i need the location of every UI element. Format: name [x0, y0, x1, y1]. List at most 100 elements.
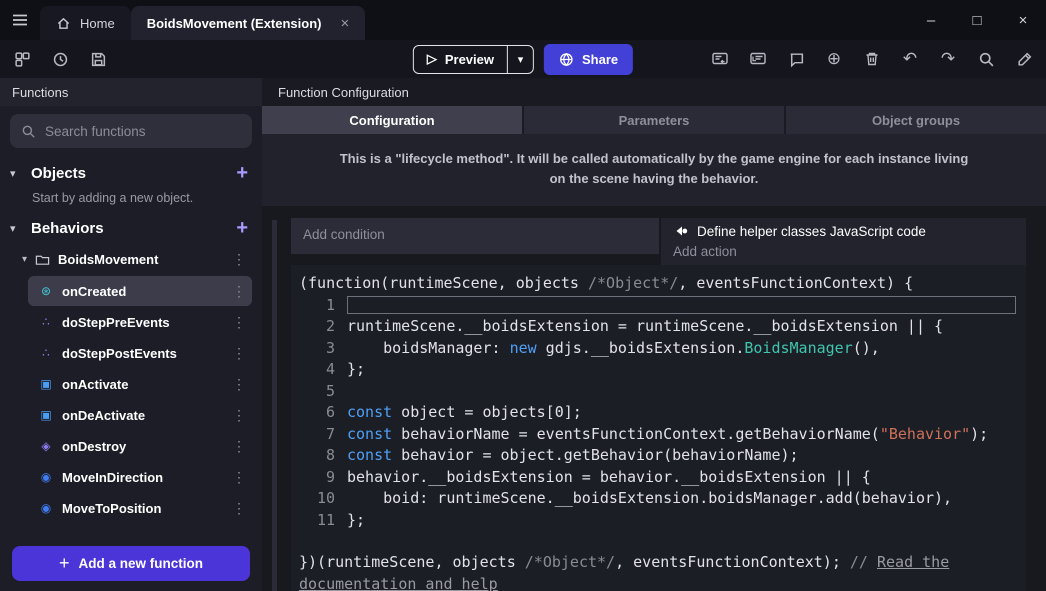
sidebar-function-moveindirection[interactable]: ◉MoveInDirection⋮	[28, 462, 252, 492]
lifecycle-description: This is a "lifecycle method". It will be…	[262, 134, 1046, 206]
code-text: const behaviorName = eventsFunctionConte…	[335, 425, 988, 443]
undo-icon[interactable]: ↶	[900, 49, 920, 69]
more-options-icon[interactable]: ⋮	[226, 469, 252, 486]
code-line-6: 6const object = objects[0];	[297, 401, 1016, 423]
home-icon	[56, 16, 71, 31]
code-line-4: 4};	[297, 358, 1016, 380]
function-label: onCreated	[62, 284, 126, 299]
function-label: onDeActivate	[62, 408, 145, 423]
code-line-1: 1	[297, 294, 1016, 316]
minimize-icon[interactable]: –	[908, 12, 954, 29]
choose-event-icon[interactable]: ⊕	[824, 49, 844, 69]
share-button[interactable]: Share	[544, 44, 633, 75]
code-editor[interactable]: (function(runtimeScene, objects /*Object…	[291, 265, 1026, 591]
sidebar-function-ondeactivate[interactable]: ▣onDeActivate⋮	[28, 400, 252, 430]
line-number: 7	[297, 425, 335, 443]
configuration-tabs: Configuration Parameters Object groups	[262, 106, 1046, 134]
behaviors-label: Behaviors	[31, 220, 104, 237]
code-text: const behavior = object.getBehavior(beha…	[335, 446, 799, 464]
behavior-folder-boidsmovement[interactable]: ▾ BoidsMovement ⋮	[10, 244, 252, 275]
code-text: behavior.__boidsExtension = behavior.__b…	[335, 468, 871, 486]
preview-options-icon[interactable]: ▾	[507, 46, 533, 73]
code-footer-line: })(runtimeScene, objects /*Object*/, eve…	[297, 551, 1016, 573]
more-options-icon[interactable]: ⋮	[226, 500, 252, 517]
delete-icon[interactable]	[862, 49, 882, 69]
line-number: 2	[297, 317, 335, 335]
history-icon[interactable]	[50, 49, 70, 69]
save-icon[interactable]	[88, 49, 108, 69]
more-options-icon[interactable]: ⋮	[226, 438, 252, 455]
search-functions-input[interactable]	[45, 124, 241, 139]
documentation-link[interactable]: documentation and help	[299, 575, 498, 591]
sidebar-function-movetoposition[interactable]: ◉MoveToPosition⋮	[28, 493, 252, 523]
add-condition-button[interactable]: Add condition	[291, 218, 659, 254]
code-header-line: (function(runtimeScene, objects /*Object…	[297, 272, 1016, 294]
function-label: MoveToPosition	[62, 501, 161, 516]
close-window-icon[interactable]: ×	[1000, 12, 1046, 29]
add-object-icon[interactable]: +	[236, 162, 252, 185]
code-line-8: 8const behavior = object.getBehavior(beh…	[297, 444, 1016, 466]
tab-home[interactable]: Home	[40, 6, 131, 40]
events-sheet: Add condition Define helper classes Java…	[262, 206, 1046, 591]
function-list: ⊛onCreated⋮∴doStepPreEvents⋮∴doStepPostE…	[10, 276, 252, 523]
more-options-icon[interactable]: ⋮	[226, 407, 252, 424]
plus-icon: +	[59, 553, 70, 574]
line-number: 3	[297, 339, 335, 357]
edit-icon[interactable]	[1014, 49, 1034, 69]
add-action-button[interactable]: Add action	[673, 244, 1014, 259]
objects-section[interactable]: ▾ Objects +	[10, 158, 252, 189]
more-options-icon[interactable]: ⋮	[226, 376, 252, 393]
code-text: boidsManager: new gdjs.__boidsExtension.…	[335, 339, 880, 357]
chevron-down-icon[interactable]: ▾	[22, 254, 27, 265]
behaviors-section[interactable]: ▾ Behaviors +	[10, 213, 252, 244]
function-label: doStepPostEvents	[62, 346, 177, 361]
function-type-icon: ◉	[38, 470, 54, 484]
code-line-7: 7const behaviorName = eventsFunctionCont…	[297, 423, 1016, 445]
sidebar-function-oncreated[interactable]: ⊛ onCreated ⋮	[28, 276, 252, 306]
sidebar-function-dosteppreevents[interactable]: ∴doStepPreEvents⋮	[28, 307, 252, 337]
sidebar-function-onactivate[interactable]: ▣onActivate⋮	[28, 369, 252, 399]
line-number: 1	[297, 296, 335, 314]
add-function-button[interactable]: + Add a new function	[12, 546, 250, 581]
add-event-icon[interactable]	[710, 49, 730, 69]
chevron-down-icon[interactable]: ▾	[10, 222, 23, 235]
add-behavior-icon[interactable]: +	[236, 217, 252, 240]
sidebar-function-dosteppostevents[interactable]: ∴doStepPostEvents⋮	[28, 338, 252, 368]
event-drag-handle[interactable]	[272, 220, 277, 591]
code-text: };	[335, 360, 365, 378]
more-options-icon[interactable]: ⋮	[226, 345, 252, 362]
tab-extension[interactable]: BoidsMovement (Extension) ×	[131, 6, 366, 40]
comment-icon[interactable]	[786, 49, 806, 69]
js-event-header: Define helper classes JavaScript code Ad…	[661, 218, 1026, 265]
chevron-down-icon[interactable]: ▾	[10, 167, 23, 180]
toolbar: ▷ Preview ▾ Share ⊕ ↶ ↷	[0, 40, 1046, 78]
js-event-title: Define helper classes JavaScript code	[697, 224, 926, 239]
more-options-icon[interactable]: ⋮	[226, 251, 252, 268]
menu-icon[interactable]	[0, 0, 40, 40]
main-panel: Function Configuration Configuration Par…	[262, 78, 1046, 591]
preview-button[interactable]: ▷ Preview ▾	[413, 45, 534, 74]
maximize-icon[interactable]: □	[954, 12, 1000, 29]
close-tab-icon[interactable]: ×	[340, 15, 349, 32]
project-manager-icon[interactable]	[12, 49, 32, 69]
function-type-icon: ◈	[38, 439, 54, 453]
line-number: 9	[297, 468, 335, 486]
documentation-link[interactable]: Read the	[877, 553, 949, 571]
add-subevent-icon[interactable]	[748, 49, 768, 69]
redo-icon[interactable]: ↷	[938, 49, 958, 69]
objects-label: Objects	[31, 165, 86, 182]
function-type-icon: ⊛	[38, 284, 54, 298]
more-options-icon[interactable]: ⋮	[226, 283, 252, 300]
tab-object-groups[interactable]: Object groups	[786, 106, 1046, 134]
code-cursor-line[interactable]	[347, 296, 1016, 314]
more-options-icon[interactable]: ⋮	[226, 314, 252, 331]
line-number: 8	[297, 446, 335, 464]
function-label: onDestroy	[62, 439, 126, 454]
search-functions-box[interactable]	[10, 114, 252, 148]
sidebar: Functions ▾ Objects + Start by adding a …	[0, 78, 262, 591]
tab-parameters[interactable]: Parameters	[524, 106, 786, 134]
tab-extension-label: BoidsMovement (Extension)	[147, 16, 322, 31]
search-icon[interactable]	[976, 49, 996, 69]
tab-configuration[interactable]: Configuration	[262, 106, 524, 134]
sidebar-function-ondestroy[interactable]: ◈ onDestroy ⋮	[28, 431, 252, 461]
